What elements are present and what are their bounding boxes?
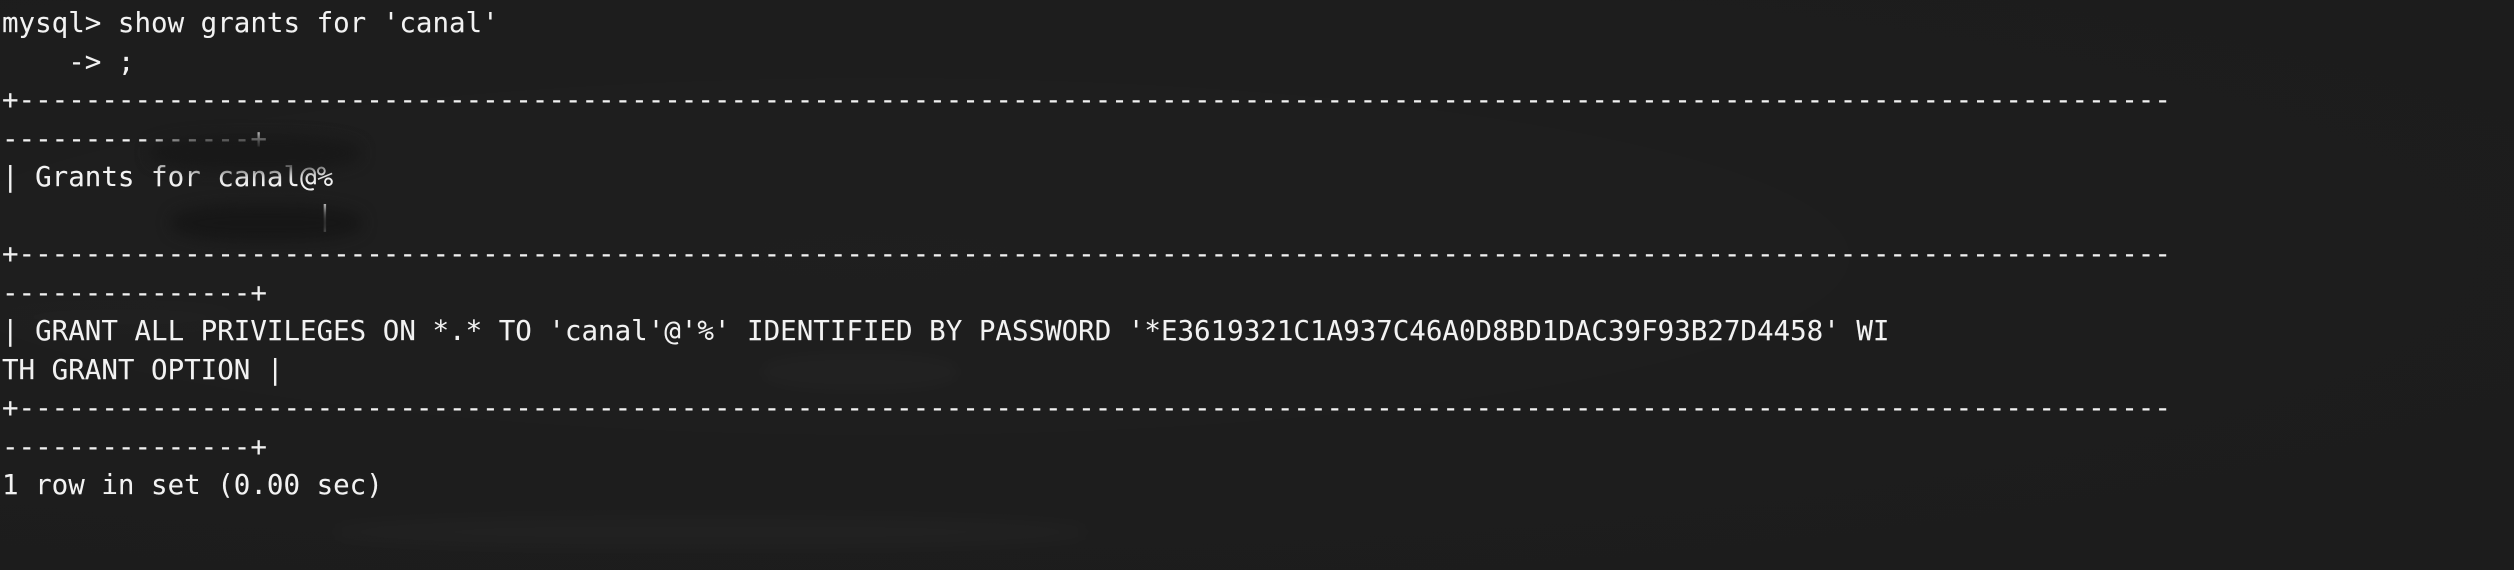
terminal-line-grant-row-wrap: TH GRANT OPTION |: [2, 353, 284, 386]
terminal-line-command: mysql> show grants for 'canal': [2, 7, 499, 39]
terminal-line-continuation: -> ;: [2, 45, 135, 78]
terminal-line-bottom-rule: +---------------------------------------…: [2, 392, 2171, 424]
terminal-line-top-rule-wrap: ---------------+: [2, 122, 267, 155]
terminal-line-status: 1 row in set (0.00 sec): [2, 469, 383, 501]
terminal-line-column-header-wrap: |: [2, 199, 334, 232]
terminal-line-top-rule: +---------------------------------------…: [2, 84, 2171, 116]
terminal-line-grant-row: | GRANT ALL PRIVILEGES ON *.* TO 'canal'…: [2, 315, 1890, 347]
terminal-line-column-header: | Grants for canal@%: [2, 161, 334, 193]
terminal-line-header-rule-wrap: ---------------+: [2, 276, 267, 309]
blur-artifact: [330, 515, 1090, 549]
terminal-line-header-rule: +---------------------------------------…: [2, 238, 2171, 270]
terminal-window[interactable]: mysql> show grants for 'canal' -> ; +---…: [0, 0, 2514, 570]
terminal-line-bottom-rule-wrap: ---------------+: [2, 430, 267, 463]
